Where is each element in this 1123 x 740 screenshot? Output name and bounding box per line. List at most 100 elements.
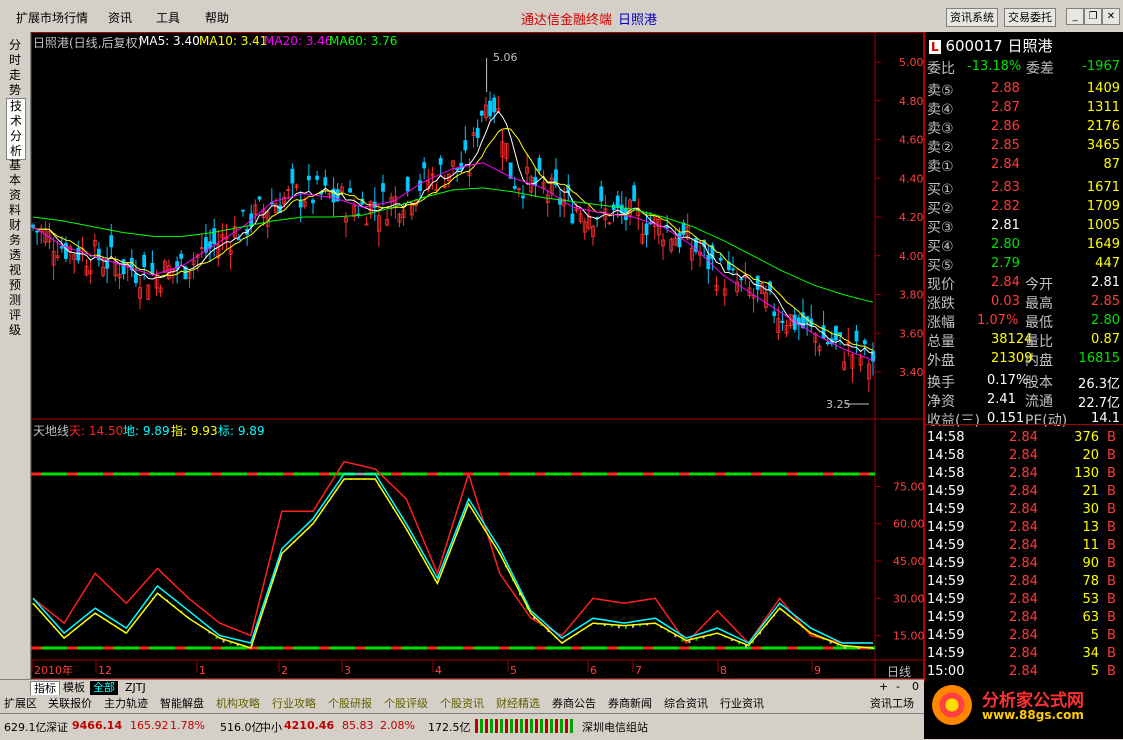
tick-time: 14:59 bbox=[927, 556, 965, 571]
price-tick-label: 3.80 bbox=[899, 289, 924, 302]
tick-time: 14:58 bbox=[927, 466, 965, 481]
stat2-label: 净资 bbox=[927, 394, 955, 410]
news-tab[interactable]: 财经精选 bbox=[496, 697, 540, 711]
tick-time: 14:59 bbox=[927, 520, 965, 535]
stat2-label: PE(动) bbox=[1025, 413, 1068, 429]
sell-level-label: 卖⑤ bbox=[927, 83, 954, 99]
indicator-tian: 天: 14.50 bbox=[69, 424, 124, 438]
logo-url: www.88gs.com bbox=[982, 708, 1084, 722]
weicha-value: -1967 bbox=[1082, 59, 1120, 74]
news-tab[interactable]: 主力轨迹 bbox=[104, 697, 148, 711]
news-tab[interactable]: 个股评级 bbox=[384, 697, 428, 711]
news-tab[interactable]: 券商新闻 bbox=[608, 697, 652, 711]
news-system-button[interactable]: 资讯系统 bbox=[946, 8, 998, 27]
close-icon[interactable]: ✕ bbox=[1102, 8, 1120, 25]
x-tick-label: 1 bbox=[199, 664, 206, 677]
news-tab[interactable]: 个股资讯 bbox=[440, 697, 484, 711]
server-site[interactable]: 深圳电信组站 bbox=[582, 719, 648, 735]
tick-direction: B bbox=[1107, 574, 1116, 589]
candlestick-series bbox=[31, 91, 875, 393]
news-tab[interactable]: 综合资讯 bbox=[664, 697, 708, 711]
window-title: 通达信金融终端 日照港 bbox=[521, 9, 657, 28]
chart-svg[interactable]: 5.004.804.604.404.204.003.803.603.40 75.… bbox=[31, 32, 924, 679]
tab-all[interactable]: 全部 bbox=[90, 681, 118, 695]
stat-label: 内盘 bbox=[1025, 353, 1053, 369]
low-label: 3.25 bbox=[826, 398, 851, 411]
menu-tools[interactable]: 工具 bbox=[156, 9, 180, 26]
tick-direction: B bbox=[1107, 466, 1116, 481]
tick-price: 2.84 bbox=[1009, 646, 1038, 661]
tab-intraday[interactable]: 分时走势 bbox=[6, 38, 24, 98]
tian-line bbox=[32, 460, 873, 645]
news-tab[interactable]: 个股研报 bbox=[328, 697, 372, 711]
period-label[interactable]: 日线 bbox=[887, 663, 911, 680]
candle-down bbox=[537, 157, 542, 171]
tick-volume: 5 bbox=[1090, 664, 1099, 679]
stat-value: 2.80 bbox=[1091, 313, 1120, 328]
tick-price: 2.84 bbox=[1009, 502, 1038, 517]
candle-down bbox=[438, 157, 443, 165]
minimize-icon[interactable]: _ bbox=[1066, 8, 1084, 25]
tick-volume: 20 bbox=[1082, 448, 1099, 463]
tick-volume: 5 bbox=[1090, 628, 1099, 643]
candle-down bbox=[862, 340, 867, 345]
chart-area[interactable]: 5.00 4.80 4.60 4.40 4.20 4.00 3.80 3.60 3.40 75.… bbox=[31, 32, 924, 679]
buy-volume: 1005 bbox=[1086, 218, 1120, 233]
candle-down bbox=[772, 311, 777, 316]
zoom-reset-button[interactable]: 0 bbox=[909, 680, 922, 694]
stock-title: 日照港 bbox=[618, 13, 658, 28]
ma20-line bbox=[32, 162, 874, 361]
sell-level-label: 卖④ bbox=[927, 102, 954, 118]
zoom-out-button[interactable]: - bbox=[893, 680, 903, 694]
news-tab[interactable]: 行业资讯 bbox=[720, 697, 764, 711]
stat2-value: 26.3亿 bbox=[1078, 377, 1120, 392]
price-tick-label: 5.00 bbox=[899, 56, 924, 69]
candle-down bbox=[422, 162, 427, 169]
stock-name: 日照港 bbox=[1007, 37, 1053, 55]
stat2-label: 换手 bbox=[927, 375, 955, 391]
candle-down bbox=[615, 195, 620, 208]
news-tab[interactable]: 机构攻略 bbox=[216, 697, 260, 711]
tick-price: 2.84 bbox=[1009, 484, 1038, 499]
menu-market[interactable]: 扩展市场行情 bbox=[16, 9, 88, 26]
tab-technical[interactable]: 技术分析 bbox=[6, 98, 26, 160]
candle-down bbox=[418, 180, 422, 191]
price-tick-label: 4.80 bbox=[899, 95, 924, 108]
trade-button[interactable]: 交易委托 bbox=[1004, 8, 1056, 27]
stat-value: 2.81 bbox=[1091, 275, 1120, 290]
tab-forecast[interactable]: 预测评级 bbox=[6, 278, 24, 338]
stat-label: 最低 bbox=[1025, 315, 1053, 331]
stock-badge-icon: L bbox=[929, 40, 941, 54]
chart-title: 日照港(日线,后复权) bbox=[33, 36, 143, 50]
buy-level-label: 买④ bbox=[927, 239, 954, 255]
news-tab[interactable]: 券商公告 bbox=[552, 697, 596, 711]
stat-value: 2.85 bbox=[1091, 294, 1120, 309]
tab-finance[interactable]: 财务透视 bbox=[6, 218, 24, 278]
tab-zjtj[interactable]: ZJTJ bbox=[122, 681, 149, 695]
news-tab[interactable]: 资讯工场 bbox=[870, 697, 914, 711]
tick-direction: B bbox=[1107, 646, 1116, 661]
tick-price: 2.84 bbox=[1009, 520, 1038, 535]
candle-down bbox=[492, 97, 497, 113]
restore-icon[interactable]: ❐ bbox=[1084, 8, 1102, 25]
stat-label: 量比 bbox=[1025, 334, 1053, 350]
candle-down bbox=[241, 209, 245, 212]
tick-time: 14:59 bbox=[927, 538, 965, 553]
tab-basic-info[interactable]: 基本资料 bbox=[6, 158, 24, 218]
tab-template[interactable]: 模板 bbox=[60, 681, 88, 695]
menu-news[interactable]: 资讯 bbox=[108, 9, 132, 26]
zoom-in-button[interactable]: + bbox=[876, 680, 891, 694]
news-tab[interactable]: 关联报价 bbox=[48, 697, 92, 711]
candle-down bbox=[644, 223, 649, 236]
zx-index: 4210.46 bbox=[284, 719, 335, 732]
stat2-label: 股本 bbox=[1025, 375, 1053, 391]
x-tick-label: 6 bbox=[590, 664, 597, 677]
news-tab[interactable]: 扩展区 bbox=[4, 697, 37, 711]
menu-help[interactable]: 帮助 bbox=[205, 9, 229, 26]
stat-label: 外盘 bbox=[927, 353, 955, 369]
stat-value: 0.87 bbox=[1091, 332, 1120, 347]
news-tab[interactable]: 行业攻略 bbox=[272, 697, 316, 711]
tick-direction: B bbox=[1107, 448, 1116, 463]
news-tab[interactable]: 智能解盘 bbox=[160, 697, 204, 711]
buy-level-label: 买③ bbox=[927, 220, 954, 236]
